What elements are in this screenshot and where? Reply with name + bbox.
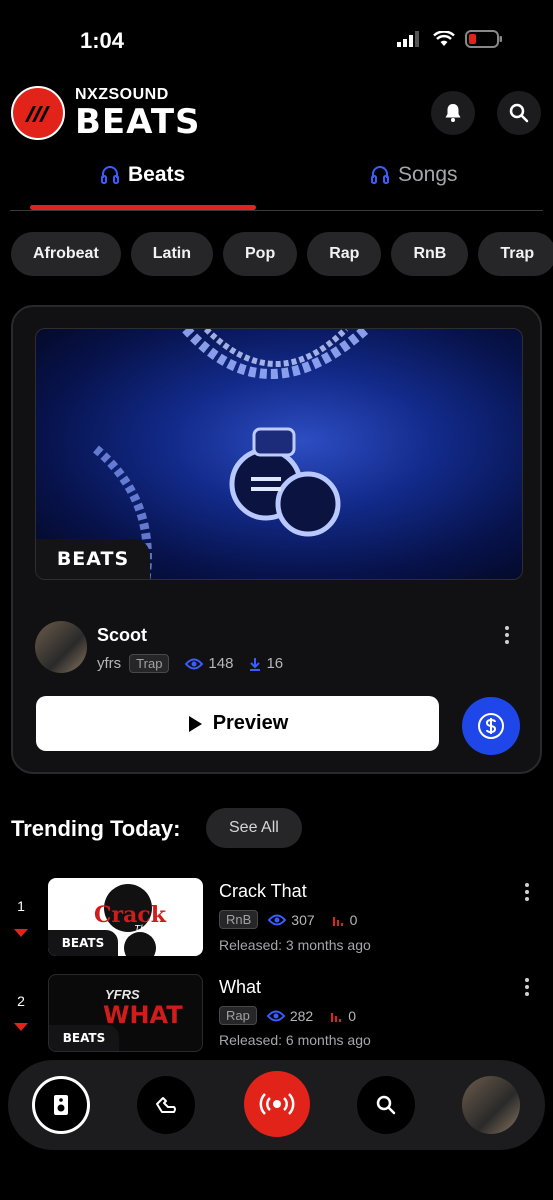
track-title[interactable]: Crack That — [219, 881, 307, 902]
rank-number: 1 — [17, 898, 25, 914]
genre-chip-afrobeat[interactable]: Afrobeat — [11, 232, 121, 276]
artwork-badge: BEATS — [36, 539, 150, 579]
track-art-subtext: YFRS — [105, 987, 140, 1002]
tab-active-indicator — [30, 205, 256, 210]
play-icon — [188, 715, 202, 732]
eye-icon — [268, 914, 287, 925]
nav-collab-button[interactable] — [137, 1076, 195, 1134]
beat-title[interactable]: Scoot — [97, 625, 147, 646]
nav-search-button[interactable] — [357, 1076, 415, 1134]
track-art-text: WHAT — [103, 1001, 183, 1029]
beat-artist[interactable]: yfrs — [97, 655, 121, 672]
preview-label: Preview — [212, 712, 289, 734]
track-badge: BEATS — [48, 930, 118, 956]
trend-down-icon — [14, 1023, 28, 1031]
eye-icon — [185, 658, 204, 669]
logo-mark-icon — [11, 86, 65, 140]
headphones-icon — [371, 166, 389, 184]
release-date: Released: 3 months ago — [219, 937, 371, 953]
dollar-icon — [478, 713, 504, 739]
broadcast-icon — [259, 1093, 295, 1115]
brand-top-text: NXZSOUND — [75, 86, 169, 103]
nav-live-button[interactable] — [244, 1071, 310, 1137]
track-art-text: Crack — [94, 902, 166, 928]
status-icons — [397, 30, 503, 48]
see-all-button[interactable]: See All — [206, 808, 302, 848]
download-icon — [250, 657, 261, 671]
plays-count: 0 — [349, 911, 358, 928]
tab-songs-label: Songs — [398, 163, 458, 186]
genre-tag: Trap — [129, 654, 170, 673]
hand-icon — [156, 1097, 176, 1113]
genre-chip-pop[interactable]: Pop — [223, 232, 298, 276]
genre-chip-latin[interactable]: Latin — [130, 232, 213, 276]
tab-divider — [10, 210, 543, 211]
genre-chip-rap[interactable]: Rap — [307, 232, 382, 276]
brand-logo[interactable]: NXZSOUND BEATS — [11, 86, 201, 140]
brand-bottom-text: BEATS — [75, 102, 201, 142]
genre-chips: Afrobeat Latin Pop Rap RnB Trap — [11, 232, 553, 276]
search-button[interactable] — [497, 91, 541, 135]
release-date: Released: 6 months ago — [219, 1032, 371, 1048]
nav-beats-button[interactable] — [32, 1076, 90, 1134]
eye-icon — [266, 1010, 285, 1021]
more-options-icon[interactable] — [517, 978, 537, 996]
downloads-count: 16 — [266, 655, 284, 672]
speaker-icon — [54, 1095, 68, 1115]
chart-icon — [332, 916, 343, 926]
more-options-icon[interactable] — [497, 626, 517, 644]
track-title[interactable]: What — [219, 977, 261, 998]
bell-icon — [445, 104, 461, 122]
track-badge: BEATS — [49, 1025, 119, 1051]
genre-tag: Rap — [219, 1006, 257, 1025]
notifications-button[interactable] — [431, 91, 475, 135]
genre-chip-trap[interactable]: Trap — [478, 232, 553, 276]
battery-icon — [465, 30, 502, 48]
views-count: 307 — [291, 911, 315, 928]
track-meta: Rap 282 0 — [219, 1006, 356, 1025]
genre-chip-rnb[interactable]: RnB — [391, 232, 469, 276]
genre-tag: RnB — [219, 910, 259, 929]
search-icon — [509, 103, 529, 123]
search-icon — [376, 1095, 396, 1115]
more-options-icon[interactable] — [517, 883, 537, 901]
status-time: 1:04 — [80, 28, 125, 53]
chart-icon — [331, 1012, 342, 1022]
trending-title: Trending Today: — [11, 816, 181, 841]
trend-down-icon — [14, 929, 28, 937]
nav-profile-avatar[interactable] — [462, 1076, 520, 1134]
signal-icon — [397, 31, 419, 47]
featured-artwork[interactable]: BEATS — [35, 328, 523, 580]
track-art-subtext: That — [134, 924, 155, 935]
plays-count: 0 — [348, 1007, 357, 1024]
preview-button[interactable]: Preview — [36, 696, 439, 751]
tab-songs[interactable]: Songs — [370, 163, 458, 187]
featured-beat-card: BEATS Scoot yfrs Trap 148 16 Preview — [11, 305, 542, 774]
track-meta: RnB 307 0 — [219, 910, 357, 929]
track-thumbnail[interactable]: YFRS WHAT BEATS — [48, 974, 203, 1052]
beat-meta: yfrs Trap 148 16 — [97, 654, 283, 673]
bottom-nav — [8, 1060, 545, 1150]
artist-avatar[interactable] — [35, 621, 87, 673]
views-count: 148 — [208, 655, 234, 672]
tab-beats[interactable]: Beats — [100, 163, 185, 187]
track-thumbnail[interactable]: Crack That BEATS — [48, 878, 203, 956]
wifi-icon — [433, 31, 455, 46]
views-count: 282 — [289, 1007, 314, 1024]
headphones-icon — [101, 166, 119, 184]
tab-beats-label: Beats — [128, 163, 186, 186]
purchase-button[interactable] — [462, 697, 520, 755]
rank-number: 2 — [17, 993, 25, 1009]
